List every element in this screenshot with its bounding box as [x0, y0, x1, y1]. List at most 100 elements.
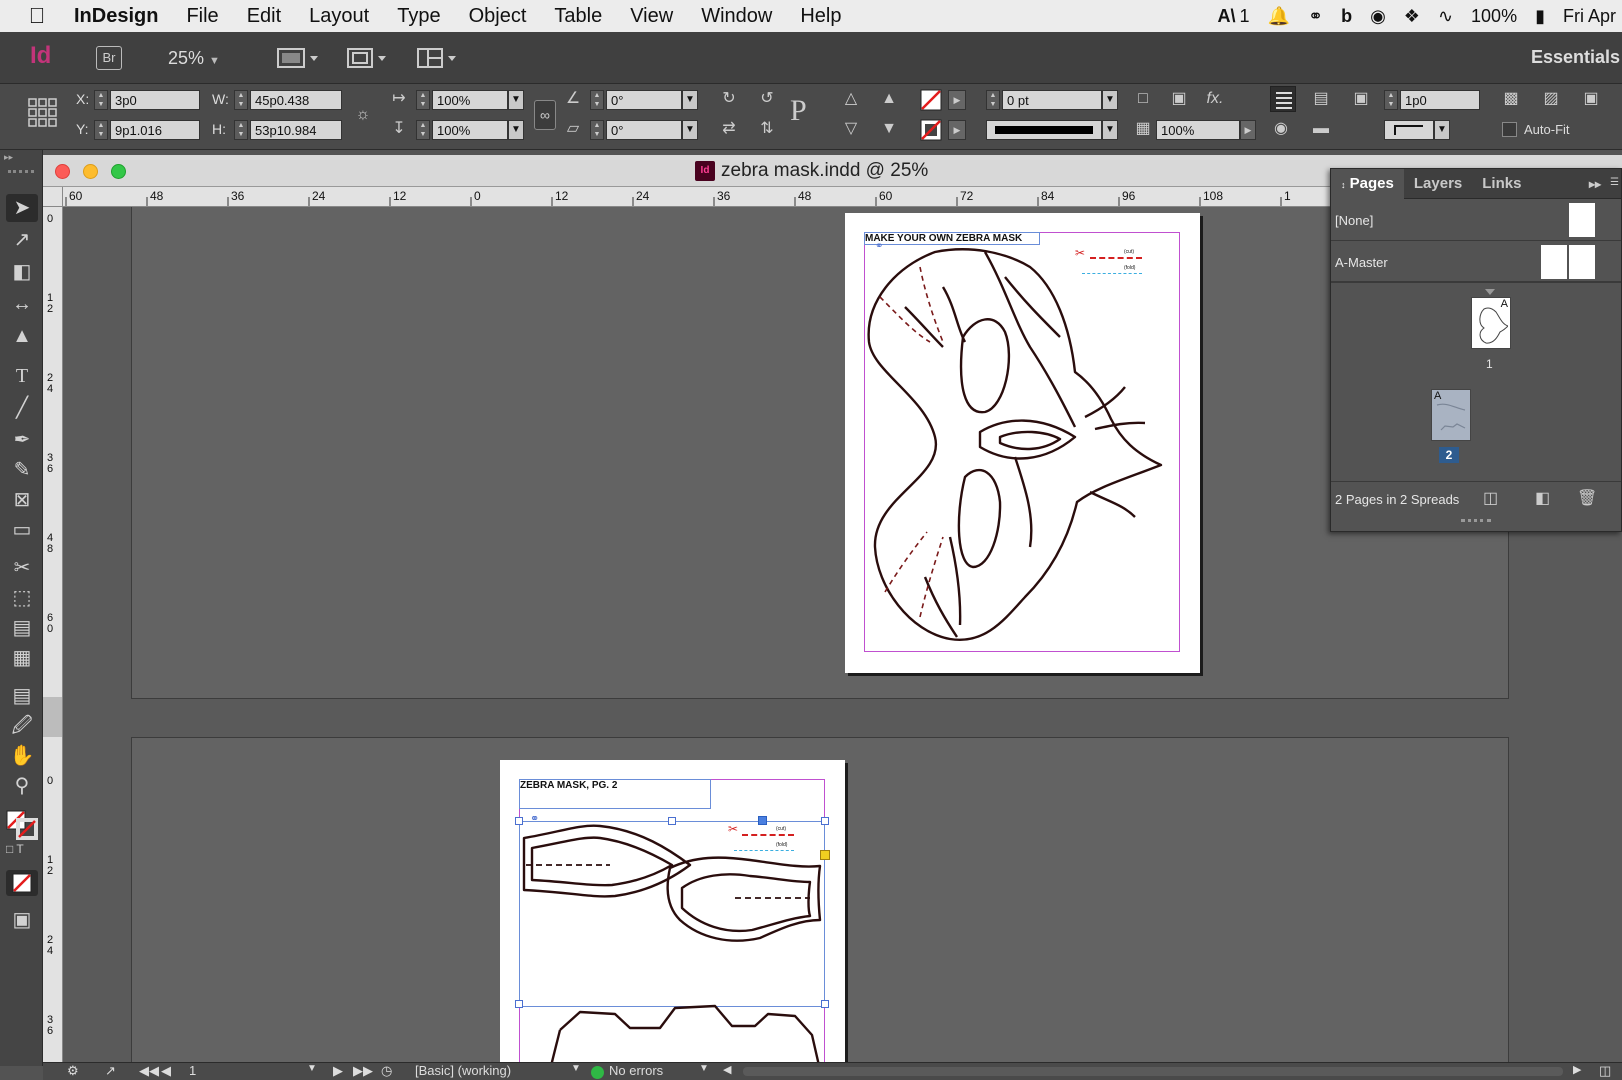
fx-icon[interactable]: fx.	[1204, 88, 1226, 110]
flip-horizontal-icon[interactable]: ⇄	[718, 118, 740, 140]
panel-resize-grip[interactable]	[1461, 519, 1491, 522]
selection-tool-icon[interactable]: ➤	[6, 194, 38, 222]
menu-help[interactable]: Help	[800, 5, 841, 28]
stroke-none-swatch-icon[interactable]	[920, 119, 942, 144]
trash-icon[interactable]: 🗑	[1577, 488, 1597, 508]
view-options-button[interactable]	[276, 46, 322, 70]
a-master-thumb-left[interactable]	[1541, 245, 1567, 279]
page1-heading[interactable]: MAKE YOUR OWN ZEBRA MASK	[865, 233, 1022, 244]
wrap-none-icon[interactable]	[1270, 86, 1296, 112]
tab-pages[interactable]: ↕ Pages	[1331, 168, 1404, 199]
reference-point-icon[interactable]	[28, 98, 58, 131]
edit-page-size-icon[interactable]: ◫	[1483, 488, 1498, 508]
stroke-type-dropdown[interactable]: ▼	[1102, 120, 1118, 140]
formatting-affects-icon[interactable]: □ T	[6, 842, 24, 856]
fit-frame-to-content-icon[interactable]: ▨	[1540, 88, 1562, 110]
menu-window[interactable]: Window	[701, 5, 772, 28]
scale-x-dropdown[interactable]: ▼	[508, 90, 524, 110]
rotate-field[interactable]: 0°	[606, 90, 682, 110]
rectangle-frame-tool-icon[interactable]: ⊠	[6, 486, 38, 514]
note-tool-icon[interactable]: ▤	[6, 682, 38, 710]
y-stepper[interactable]: ▲ ▼	[94, 120, 108, 140]
eyedropper-tool-icon[interactable]: 🖉	[6, 712, 38, 740]
menu-object[interactable]: Object	[469, 5, 527, 28]
rotate-cw-icon[interactable]: ↻	[718, 88, 740, 110]
auto-fit-checkbox[interactable]	[1502, 122, 1517, 137]
gradient-swatch-tool-icon[interactable]: ▤	[6, 614, 38, 642]
split-window-icon[interactable]: ◫	[1599, 1063, 1611, 1079]
adobe-icon[interactable]: A\	[1218, 6, 1236, 27]
select-previous-icon[interactable]: ▲	[878, 88, 900, 110]
a-master-thumb-right[interactable]	[1569, 245, 1595, 279]
bridge-button[interactable]: Br	[96, 46, 122, 70]
gap-tool-icon[interactable]: ↔	[6, 290, 38, 318]
open-export-icon[interactable]: ↗	[105, 1063, 116, 1079]
direct-selection-tool-icon[interactable]: ↗	[6, 226, 38, 254]
tab-links[interactable]: Links	[1472, 169, 1531, 199]
scale-x-field[interactable]: 100%	[432, 90, 508, 110]
b-app-icon[interactable]: b	[1341, 6, 1352, 27]
offset-field[interactable]: 1p0	[1400, 90, 1480, 110]
creative-cloud-icon[interactable]: ⚭	[1308, 6, 1323, 27]
center-content-icon[interactable]: ▣	[1580, 88, 1602, 110]
panel-menu-icon[interactable]: ☰	[1610, 177, 1619, 188]
menu-edit[interactable]: Edit	[247, 5, 281, 28]
wifi-icon[interactable]: ∿	[1438, 6, 1453, 27]
scroll-left-icon[interactable]: ◀	[723, 1063, 731, 1076]
offset-stepper[interactable]: ▲ ▼	[1384, 90, 1398, 110]
rotate-ccw-icon[interactable]: ↺	[756, 88, 778, 110]
pencil-tool-icon[interactable]: ✎	[6, 456, 38, 484]
effects-shadow-icon[interactable]: ▣	[1168, 88, 1190, 110]
zebra-mask-artwork[interactable]	[865, 247, 1165, 647]
clock[interactable]: Fri Apr	[1563, 6, 1616, 27]
menu-view[interactable]: View	[630, 5, 673, 28]
apple-icon[interactable]: 	[0, 3, 74, 29]
screen-mode-icon[interactable]: ▣	[6, 906, 38, 934]
rotate-stepper[interactable]: ▲ ▼	[590, 90, 604, 110]
fill-stroke-swatches-icon[interactable]	[6, 810, 38, 843]
master-none-thumb[interactable]	[1569, 203, 1595, 237]
scale-y-stepper[interactable]: ▲ ▼	[416, 120, 430, 140]
scale-x-stepper[interactable]: ▲ ▼	[416, 90, 430, 110]
close-window-button[interactable]	[55, 164, 70, 179]
free-transform-tool-icon[interactable]: ⬚	[6, 584, 38, 612]
hand-tool-icon[interactable]: ✋	[6, 742, 38, 770]
y-field[interactable]: 9p1.016	[110, 120, 200, 140]
select-content-icon[interactable]: ▽	[840, 118, 862, 140]
zoom-tool-icon[interactable]: ⚲	[6, 772, 38, 800]
page-2-thumb[interactable]: A	[1431, 389, 1471, 441]
sync-icon[interactable]: ◉	[1370, 6, 1386, 27]
x-field[interactable]: 3p0	[110, 90, 200, 110]
new-page-icon[interactable]: ◧	[1535, 488, 1550, 508]
page-1-thumb[interactable]: A	[1471, 297, 1511, 349]
zebra-ear-artwork[interactable]	[520, 820, 824, 1062]
tools-grip[interactable]	[8, 170, 34, 173]
scissors-tool-icon[interactable]: ✂	[6, 554, 38, 582]
arrange-documents-button[interactable]	[416, 46, 462, 70]
menu-table[interactable]: Table	[554, 5, 602, 28]
dropbox-icon[interactable]: ❖	[1404, 6, 1420, 27]
panel-collapse-icon[interactable]: ▸▸	[4, 152, 13, 163]
profile-dropdown-icon[interactable]: ▼	[571, 1063, 581, 1074]
minimize-window-button[interactable]	[83, 164, 98, 179]
stroke-weight-field[interactable]: 0 pt	[1002, 90, 1102, 110]
shear-stepper[interactable]: ▲ ▼	[590, 120, 604, 140]
horizontal-ruler[interactable]: 60 48 36 24 12 0 12 24 36 48 60 72 84 96…	[63, 187, 1330, 207]
page-dropdown-icon[interactable]: ▼	[307, 1063, 317, 1074]
next-page-icon[interactable]: ▶	[333, 1063, 343, 1079]
ruler-origin[interactable]	[43, 187, 63, 207]
workspace-switcher[interactable]: Essentials	[1531, 47, 1620, 68]
fill-none-swatch-icon[interactable]	[920, 89, 942, 114]
chain-link-icon[interactable]: ∞	[534, 100, 556, 130]
x-stepper[interactable]: ▲ ▼	[94, 90, 108, 110]
scale-y-dropdown[interactable]: ▼	[508, 120, 524, 140]
battery-icon[interactable]: ▮	[1535, 6, 1545, 27]
stroke-weight-dropdown[interactable]: ▼	[1102, 90, 1118, 110]
w-stepper[interactable]: ▲ ▼	[234, 90, 248, 110]
preflight-status[interactable]: No errors	[609, 1063, 663, 1078]
select-next-icon[interactable]: ▼	[878, 118, 900, 140]
vertical-ruler[interactable]: 0 12 24 36 48 60 0 12 24 36	[43, 207, 63, 1062]
content-collector-icon[interactable]: ▲	[6, 322, 38, 350]
apply-none-icon[interactable]	[6, 870, 38, 896]
shear-dropdown[interactable]: ▼	[682, 120, 698, 140]
